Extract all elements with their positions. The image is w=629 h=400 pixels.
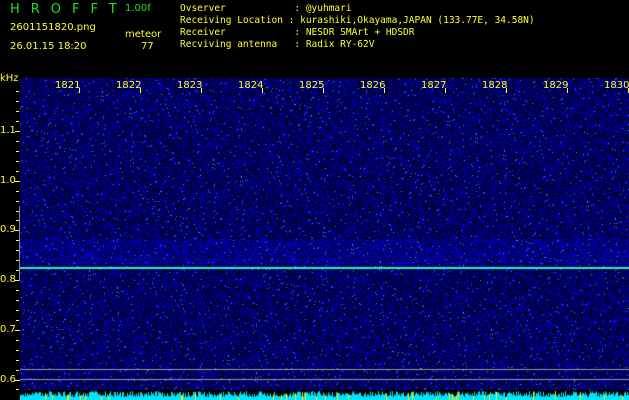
- x-tick: [567, 88, 568, 93]
- y-minor-tick: [16, 379, 19, 381]
- x-tick-label: 1829: [543, 80, 569, 91]
- meteor-level-bar: [20, 390, 629, 400]
- receiver-info: Receiver : NESDR SMArt + HDSDR: [180, 27, 415, 38]
- x-tick-label: 1824: [238, 80, 264, 91]
- x-tick-label: 1822: [116, 80, 142, 91]
- x-tick: [201, 88, 202, 93]
- y-minor-tick: [16, 389, 19, 391]
- x-tick: [506, 88, 507, 93]
- y-tick-label: 1.1: [0, 125, 16, 136]
- y-minor-tick: [16, 290, 19, 292]
- y-minor-tick: [16, 329, 19, 331]
- waterfall-spectrogram: [20, 78, 629, 390]
- x-tick-label: 1825: [299, 80, 325, 91]
- y-minor-tick: [16, 111, 19, 113]
- y-minor-tick: [16, 339, 19, 341]
- x-tick-label: 1830: [604, 80, 629, 91]
- x-tick-label: 1827: [421, 80, 447, 91]
- y-minor-tick: [16, 299, 19, 301]
- meteor-label: meteor: [125, 29, 162, 40]
- y-tick-label: 0.7: [0, 323, 16, 335]
- x-tick: [445, 88, 446, 93]
- y-minor-tick: [16, 309, 19, 311]
- y-minor-tick: [16, 369, 19, 371]
- filename-label: 2601151820.png: [10, 22, 96, 33]
- datetime-label: 26.01.15 18:20: [10, 41, 87, 52]
- y-minor-tick: [16, 319, 19, 321]
- y-minor-tick: [16, 131, 19, 132]
- x-tick: [262, 88, 263, 93]
- y-minor-tick: [16, 349, 19, 351]
- x-tick: [140, 88, 141, 93]
- x-tick-label: 1828: [482, 80, 508, 91]
- range-marker: [19, 206, 20, 281]
- x-tick: [323, 88, 324, 93]
- x-tick-label: 1826: [360, 80, 386, 91]
- y-tick-label: 0.8: [0, 274, 16, 286]
- x-tick-label: 1823: [177, 80, 203, 91]
- y-minor-tick: [16, 91, 19, 93]
- y-axis-unit: kHz: [0, 73, 19, 84]
- y-minor-tick: [16, 359, 19, 361]
- x-tick: [79, 88, 80, 93]
- y-minor-tick: [16, 101, 19, 103]
- y-minor-tick: [16, 180, 19, 182]
- y-minor-tick: [16, 160, 19, 162]
- antenna-info: Recviving antenna : Radix RY-62V: [180, 39, 375, 50]
- meteor-count: 77: [141, 41, 154, 52]
- app-logo: HROFFT: [10, 2, 128, 17]
- x-tick: [384, 88, 385, 93]
- y-minor-tick: [16, 140, 19, 142]
- location-info: Receiving Location : kurashiki,Okayama,J…: [180, 15, 535, 26]
- y-tick-label: 1.0: [0, 174, 16, 186]
- y-minor-tick: [16, 150, 19, 152]
- y-minor-tick: [16, 170, 19, 172]
- version-label: 1.00f: [125, 3, 151, 14]
- y-minor-tick: [16, 200, 19, 202]
- y-tick-label: 0.6: [0, 373, 16, 385]
- x-tick-label: 1821: [55, 80, 81, 91]
- y-minor-tick: [16, 190, 19, 192]
- y-minor-tick: [16, 121, 19, 123]
- observer-info: Ovserver : @yuhmari: [180, 3, 352, 14]
- y-tick-label: 0.9: [0, 224, 16, 236]
